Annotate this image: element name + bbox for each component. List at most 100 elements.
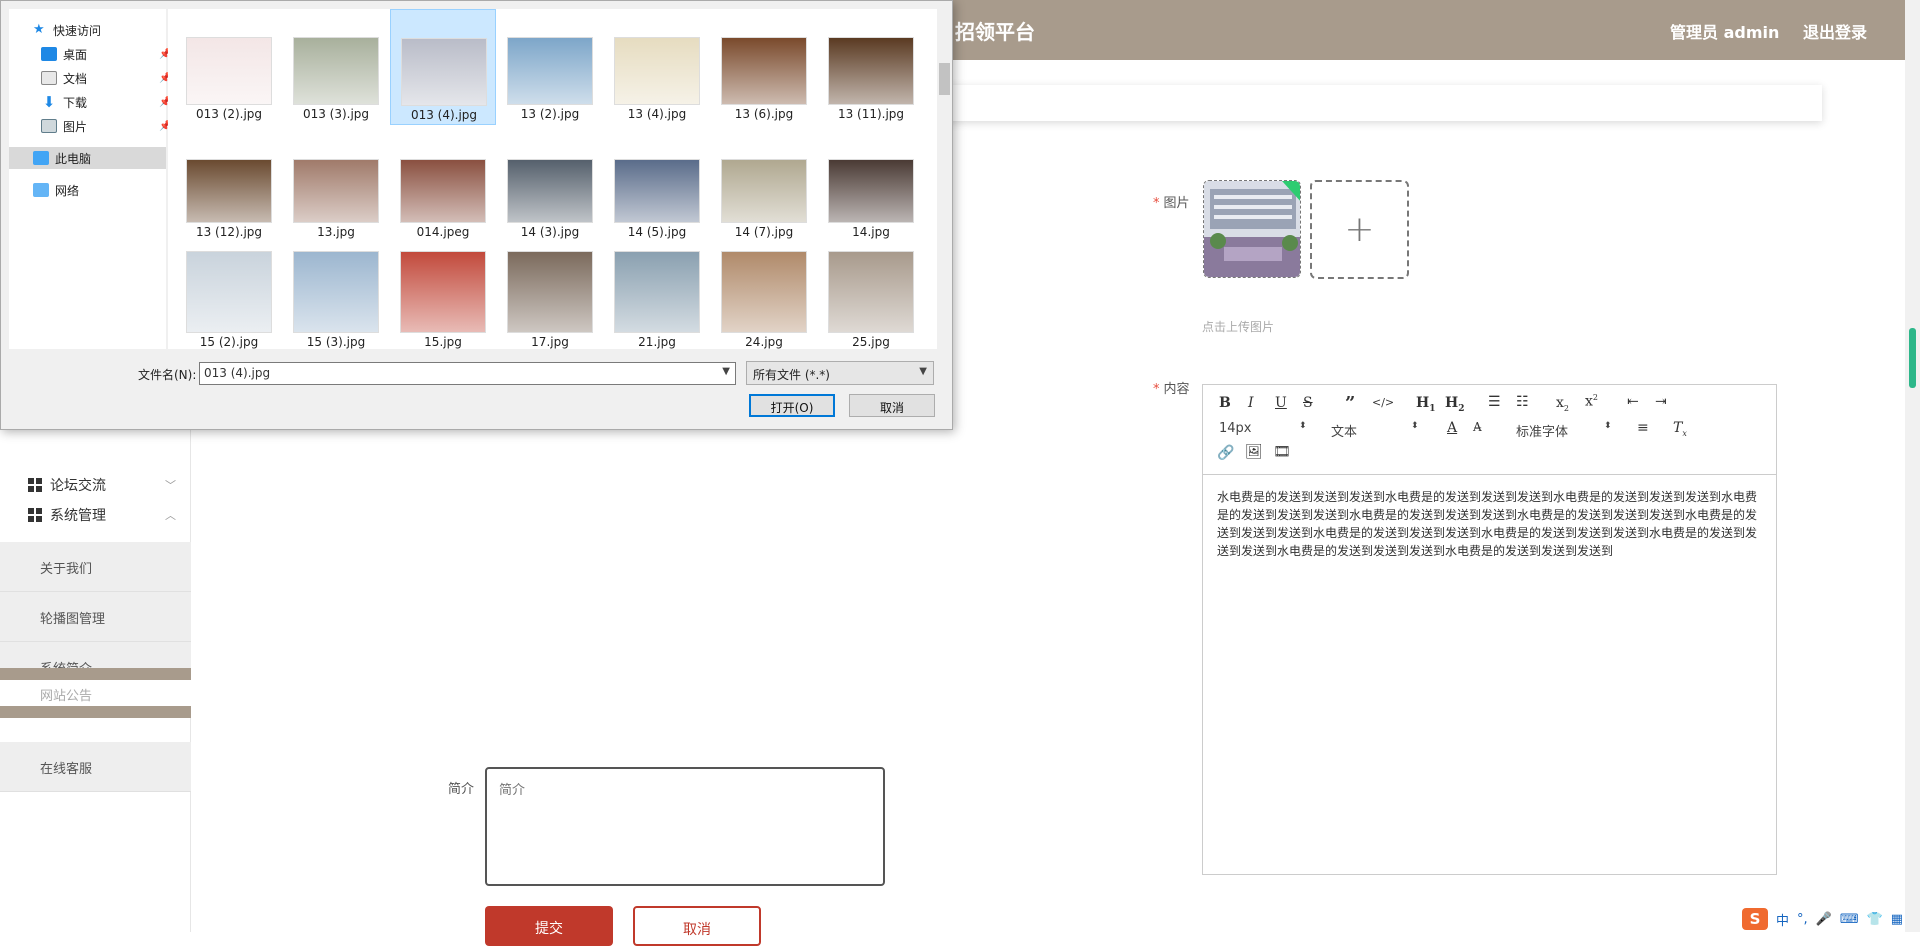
bullet-list-icon[interactable]: ☷ <box>1516 394 1529 410</box>
filename-label: 文件名(N): <box>138 368 197 382</box>
file-item[interactable]: 013 (3).jpg <box>283 9 389 125</box>
plus-icon: + <box>1344 209 1375 250</box>
microphone-icon[interactable]: 🎤 <box>1816 912 1832 927</box>
file-item[interactable]: 15.jpg <box>390 237 496 353</box>
file-item[interactable]: 014.jpeg <box>390 127 496 243</box>
file-list: 013 (2).jpg 013 (3).jpg 013 (4).jpg 13 (2).… <box>168 9 937 349</box>
file-name: 013 (4).jpg <box>410 108 478 122</box>
nav-quick-access[interactable]: ★ 快速访问 <box>33 19 101 41</box>
admin-user[interactable]: 管理员 admin <box>1670 19 1779 43</box>
scrollbar-thumb[interactable] <box>939 63 950 95</box>
file-thumbnail <box>293 37 379 105</box>
align-icon[interactable]: ≡ <box>1637 420 1649 436</box>
subscript-icon[interactable]: x2 <box>1556 395 1569 413</box>
file-item[interactable]: 25.jpg <box>818 237 924 353</box>
filename-input[interactable]: 013 (4).jpg ▼ <box>199 362 736 385</box>
chevron-down-icon[interactable]: ▼ <box>722 366 730 377</box>
file-item[interactable]: 13 (4).jpg <box>604 9 710 125</box>
block-type-select[interactable]: 文本 ⬍ <box>1331 421 1419 440</box>
underline-icon[interactable]: U <box>1275 395 1287 411</box>
video-icon[interactable]: 🎞 <box>1273 444 1291 460</box>
sidebar-item-notice[interactable]: 网站公告 <box>0 668 191 718</box>
sidebar-item-system[interactable]: 系统管理 ︿ <box>0 490 191 540</box>
file-item[interactable]: 21.jpg <box>604 237 710 353</box>
sidebar-item-label: 在线客服 <box>40 762 93 777</box>
file-item[interactable]: 24.jpg <box>711 237 817 353</box>
font-family-select[interactable]: 标准字体 ⬍ <box>1516 421 1612 440</box>
file-thumbnail <box>507 159 593 223</box>
file-list-scrollbar[interactable] <box>937 9 952 349</box>
font-color-icon[interactable]: A <box>1447 420 1457 436</box>
file-name: 13 (11).jpg <box>837 107 905 121</box>
file-item[interactable]: 14 (5).jpg <box>604 127 710 243</box>
sidebar-item-service[interactable]: 在线客服 <box>0 742 191 792</box>
nav-downloads[interactable]: ⬇ 下载 📌 <box>41 91 172 113</box>
rich-text-editor[interactable]: B I U S ” </> H1 H2 ☰ ☷ x2 x2 ⇤ ⇥ 14px ⬍ … <box>1202 384 1777 875</box>
file-item[interactable]: 13 (12).jpg <box>176 127 282 243</box>
file-item[interactable]: 13 (6).jpg <box>711 9 817 125</box>
scrollbar-thumb[interactable] <box>1909 328 1916 388</box>
page-scrollbar[interactable] <box>1905 0 1920 932</box>
indent-icon[interactable]: ⇥ <box>1655 394 1667 410</box>
file-item[interactable]: 15 (3).jpg <box>283 237 389 353</box>
file-item[interactable]: 15 (2).jpg <box>176 237 282 353</box>
uploaded-image-thumbnail[interactable] <box>1203 180 1301 278</box>
logout-link[interactable]: 退出登录 <box>1803 19 1867 43</box>
punctuation-icon[interactable]: °, <box>1797 912 1808 927</box>
file-item[interactable]: 13 (11).jpg <box>818 9 924 125</box>
nav-label: 下载 <box>63 95 88 110</box>
file-item[interactable]: 14 (7).jpg <box>711 127 817 243</box>
ime-mode-label[interactable]: 中 <box>1776 910 1789 929</box>
ordered-list-icon[interactable]: ☰ <box>1488 394 1501 410</box>
filetype-select[interactable]: 所有文件 (*.*) ▼ <box>746 361 934 385</box>
star-icon: ★ <box>33 22 45 37</box>
intro-textarea[interactable] <box>485 767 885 886</box>
file-item[interactable]: 013 (4).jpg <box>390 9 496 125</box>
file-thumbnail <box>400 159 486 223</box>
file-name: 13 (6).jpg <box>734 107 794 121</box>
submit-button[interactable]: 提交 <box>485 906 613 946</box>
nav-label: 图片 <box>63 119 88 134</box>
clear-format-icon[interactable]: Tx <box>1673 420 1687 438</box>
cancel-button[interactable]: 取消 <box>633 906 761 946</box>
editor-content[interactable]: 水电费是的发送到发送到发送到水电费是的发送到发送到发送到水电费是的发送到发送到发… <box>1217 488 1762 560</box>
strikethrough-icon[interactable]: S <box>1303 395 1313 411</box>
building-image <box>1204 181 1300 277</box>
file-item[interactable]: 17.jpg <box>497 237 603 353</box>
heading1-icon[interactable]: H1 <box>1416 395 1436 414</box>
file-thumbnail <box>614 251 700 333</box>
add-image-button[interactable]: + <box>1310 180 1409 279</box>
skin-icon[interactable]: 👕 <box>1867 912 1883 927</box>
file-thumbnail <box>507 251 593 333</box>
file-item[interactable]: 013 (2).jpg <box>176 9 282 125</box>
heading2-icon[interactable]: H2 <box>1445 395 1465 414</box>
file-item[interactable]: 14 (3).jpg <box>497 127 603 243</box>
nav-network[interactable]: 网络 <box>33 179 79 201</box>
keyboard-icon[interactable]: ⌨ <box>1840 912 1859 927</box>
image-icon[interactable]: 🖼 <box>1245 444 1263 460</box>
file-item[interactable]: 13 (2).jpg <box>497 9 603 125</box>
nav-documents[interactable]: 文档 📌 <box>41 67 171 89</box>
sidebar-item-about[interactable]: 关于我们 <box>0 542 191 592</box>
bold-icon[interactable]: B <box>1219 395 1231 411</box>
ime-tray: S 中 °, 🎤 ⌨ 👕 ▦ <box>1742 906 1903 932</box>
toolbox-icon[interactable]: ▦ <box>1891 912 1903 927</box>
font-size-select[interactable]: 14px ⬍ <box>1219 421 1307 436</box>
superscript-icon[interactable]: x2 <box>1585 393 1598 410</box>
blockquote-icon[interactable]: ” <box>1345 393 1355 414</box>
nav-pictures[interactable]: 图片 📌 <box>41 115 171 137</box>
background-color-icon[interactable]: A̶ <box>1473 420 1482 434</box>
nav-this-pc[interactable]: 此电脑 <box>9 147 166 169</box>
italic-icon[interactable]: I <box>1248 395 1254 411</box>
sogou-icon[interactable]: S <box>1742 908 1768 930</box>
outdent-icon[interactable]: ⇤ <box>1627 394 1639 410</box>
sidebar-item-label: 网站公告 <box>40 689 93 704</box>
sidebar-item-carousel[interactable]: 轮播图管理 <box>0 592 191 642</box>
file-item[interactable]: 14.jpg <box>818 127 924 243</box>
code-icon[interactable]: </> <box>1372 396 1394 409</box>
open-button[interactable]: 打开(O) <box>749 394 835 417</box>
link-icon[interactable]: 🔗 <box>1217 445 1234 461</box>
file-item[interactable]: 13.jpg <box>283 127 389 243</box>
dialog-cancel-button[interactable]: 取消 <box>849 394 935 417</box>
nav-desktop[interactable]: 桌面 📌 <box>41 43 171 65</box>
